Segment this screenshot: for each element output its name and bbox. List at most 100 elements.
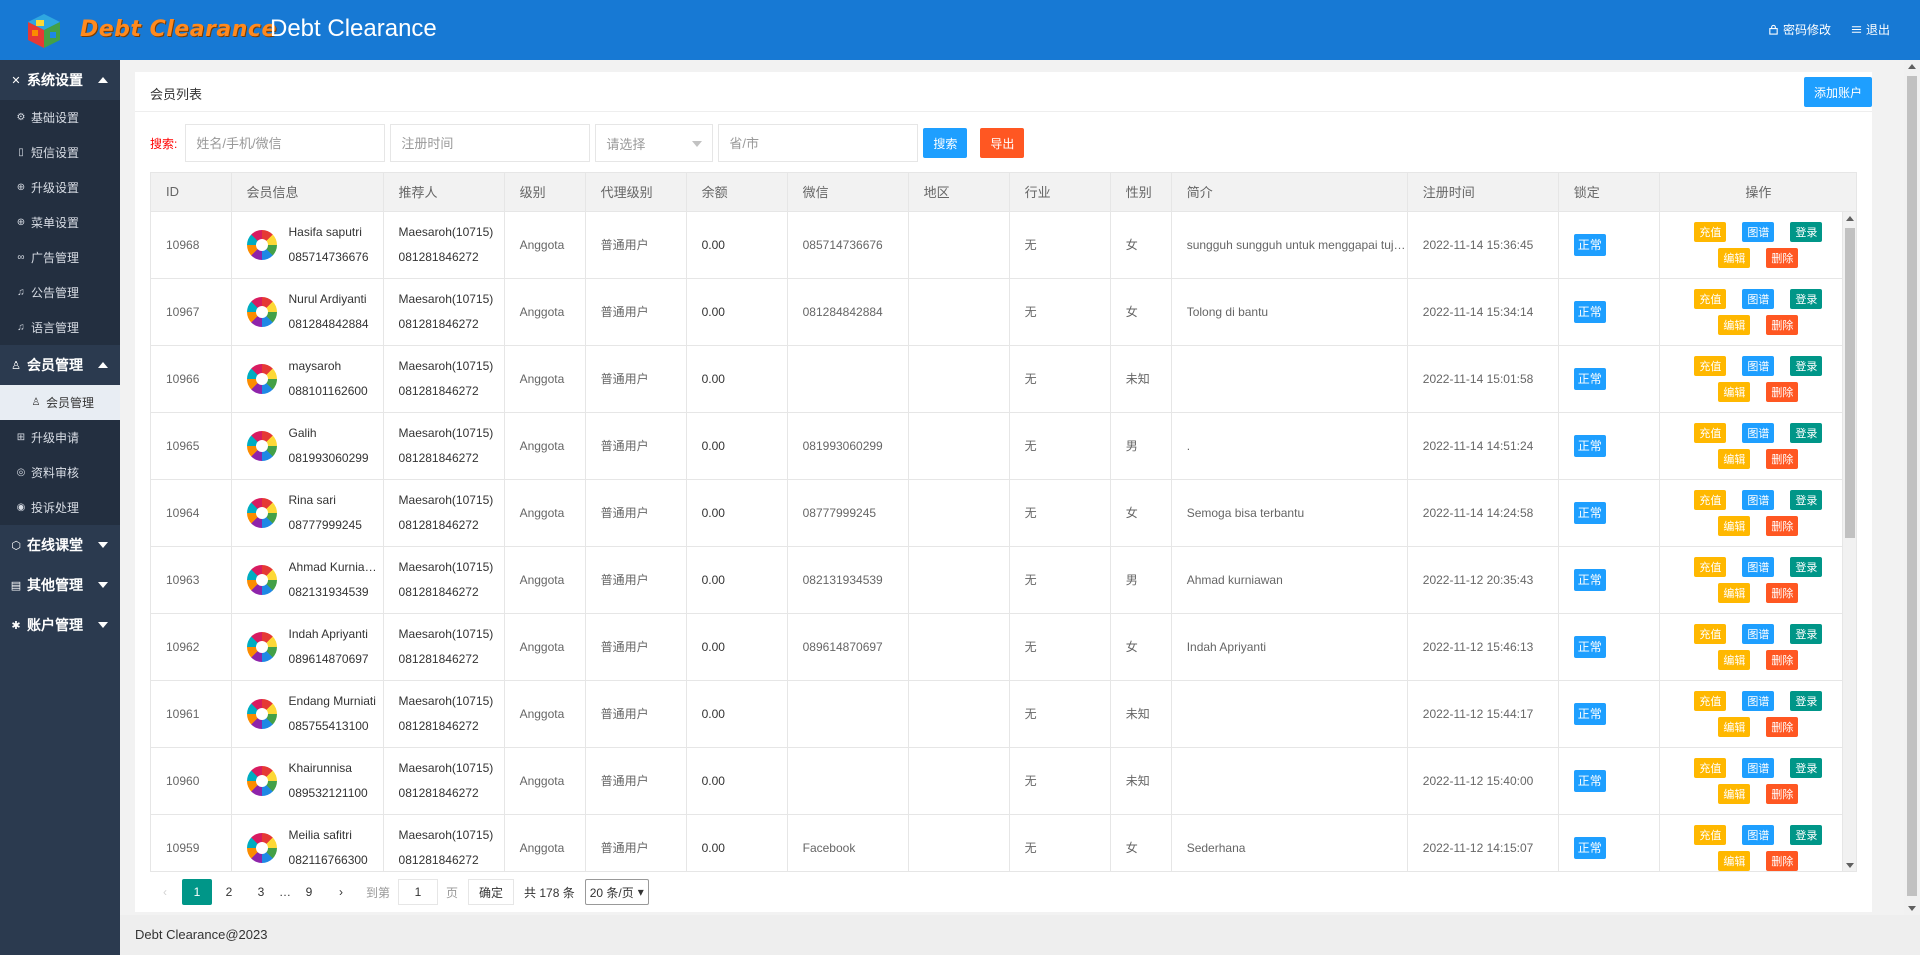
- sidebar-item-sms-settings[interactable]: ▯ 短信设置: [0, 135, 120, 170]
- sidebar-item-notice-management[interactable]: ♫ 公告管理: [0, 275, 120, 310]
- delete-button[interactable]: 删除: [1766, 716, 1799, 737]
- edit-button[interactable]: 编辑: [1718, 515, 1751, 536]
- page-1-button[interactable]: 1: [182, 879, 212, 905]
- login-button[interactable]: 登录: [1790, 690, 1823, 711]
- login-button[interactable]: 登录: [1790, 221, 1823, 242]
- table-row[interactable]: 10961 Endang Murniati 085755413100 Maesaroh…: [151, 680, 1856, 748]
- table-row[interactable]: 10968 Hasifa saputri 085714736676 Maesaroh(…: [151, 211, 1856, 279]
- recharge-button[interactable]: 充值: [1694, 824, 1727, 845]
- table-row[interactable]: 10960 Khairunnisa 089532121100 Maesaroh(107…: [151, 747, 1856, 815]
- level-select[interactable]: 请选择: [595, 124, 714, 162]
- lock-status-badge[interactable]: 正常: [1573, 367, 1606, 390]
- recharge-button[interactable]: 充值: [1694, 690, 1727, 711]
- lock-status-badge[interactable]: 正常: [1573, 568, 1606, 591]
- edit-button[interactable]: 编辑: [1718, 850, 1751, 871]
- sidebar-group-system[interactable]: ✕ 系统设置: [0, 60, 120, 100]
- sidebar-item-menu-settings[interactable]: ⊕ 菜单设置: [0, 205, 120, 240]
- login-button[interactable]: 登录: [1790, 422, 1823, 443]
- graph-button[interactable]: 图谱: [1742, 690, 1775, 711]
- sidebar-group-online-class[interactable]: ⬡ 在线课堂: [0, 525, 120, 565]
- recharge-button[interactable]: 充值: [1694, 288, 1727, 309]
- table-scrollbar-thumb[interactable]: [1845, 228, 1855, 538]
- change-password-link[interactable]: 密码修改: [1768, 21, 1831, 38]
- graph-button[interactable]: 图谱: [1742, 824, 1775, 845]
- prev-page-icon[interactable]: ‹: [150, 879, 180, 905]
- edit-button[interactable]: 编辑: [1718, 582, 1751, 603]
- edit-button[interactable]: 编辑: [1718, 314, 1751, 335]
- region-input[interactable]: [718, 124, 919, 162]
- table-scrollbar[interactable]: [1842, 212, 1856, 871]
- sidebar-item-complaints[interactable]: ◉ 投诉处理: [0, 490, 120, 525]
- graph-button[interactable]: 图谱: [1742, 623, 1775, 644]
- sidebar-item-profile-review[interactable]: ◎ 资料审核: [0, 455, 120, 490]
- sidebar-item-member-management[interactable]: ♙ 会员管理: [0, 385, 120, 420]
- lock-status-badge[interactable]: 正常: [1573, 702, 1606, 725]
- recharge-button[interactable]: 充值: [1694, 422, 1727, 443]
- register-date-input[interactable]: [390, 124, 591, 162]
- recharge-button[interactable]: 充值: [1694, 221, 1727, 242]
- table-row[interactable]: 10959 Meilia safitri 082116766300 Maesaroh(…: [151, 814, 1856, 871]
- delete-button[interactable]: 删除: [1766, 582, 1799, 603]
- login-button[interactable]: 登录: [1790, 355, 1823, 376]
- lock-status-badge[interactable]: 正常: [1573, 300, 1606, 323]
- table-row[interactable]: 10965 Galih 081993060299 Maesaroh(10715) 081…: [151, 412, 1856, 480]
- recharge-button[interactable]: 充值: [1694, 489, 1727, 510]
- lock-status-badge[interactable]: 正常: [1573, 434, 1606, 457]
- graph-button[interactable]: 图谱: [1742, 221, 1775, 242]
- add-account-button[interactable]: 添加账户: [1804, 77, 1872, 107]
- delete-button[interactable]: 删除: [1766, 314, 1799, 335]
- recharge-button[interactable]: 充值: [1694, 355, 1727, 376]
- graph-button[interactable]: 图谱: [1742, 422, 1775, 443]
- sidebar-item-upgrade-requests[interactable]: ⊞ 升级申请: [0, 420, 120, 455]
- graph-button[interactable]: 图谱: [1742, 355, 1775, 376]
- page-3-button[interactable]: 3: [246, 879, 276, 905]
- delete-button[interactable]: 删除: [1766, 515, 1799, 536]
- edit-button[interactable]: 编辑: [1718, 783, 1751, 804]
- graph-button[interactable]: 图谱: [1742, 556, 1775, 577]
- edit-button[interactable]: 编辑: [1718, 247, 1751, 268]
- table-row[interactable]: 10963 Ahmad Kurniawan 082131934539 Maesaroh…: [151, 546, 1856, 614]
- lock-status-badge[interactable]: 正常: [1573, 233, 1606, 256]
- table-row[interactable]: 10966 maysaroh 088101162600 Maesaroh(10715)…: [151, 345, 1856, 413]
- name-search-input[interactable]: [185, 124, 386, 162]
- lock-status-badge[interactable]: 正常: [1573, 836, 1606, 859]
- table-row[interactable]: 10962 Indah Apriyanti 089614870697 Maesaroh…: [151, 613, 1856, 681]
- edit-button[interactable]: 编辑: [1718, 448, 1751, 469]
- graph-button[interactable]: 图谱: [1742, 288, 1775, 309]
- page-scrollbar-thumb[interactable]: [1907, 76, 1917, 896]
- page-scrollbar[interactable]: [1904, 60, 1920, 915]
- graph-button[interactable]: 图谱: [1742, 757, 1775, 778]
- recharge-button[interactable]: 充值: [1694, 757, 1727, 778]
- lock-status-badge[interactable]: 正常: [1573, 769, 1606, 792]
- sidebar-item-basic-settings[interactable]: ⚙ 基础设置: [0, 100, 120, 135]
- delete-button[interactable]: 删除: [1766, 850, 1799, 871]
- login-button[interactable]: 登录: [1790, 556, 1823, 577]
- sidebar-group-other[interactable]: ▤ 其他管理: [0, 565, 120, 605]
- page-2-button[interactable]: 2: [214, 879, 244, 905]
- delete-button[interactable]: 删除: [1766, 448, 1799, 469]
- delete-button[interactable]: 删除: [1766, 247, 1799, 268]
- recharge-button[interactable]: 充值: [1694, 623, 1727, 644]
- goto-page-input[interactable]: [398, 879, 439, 905]
- table-row[interactable]: 10964 Rina sari 08777999245 Maesaroh(10715)…: [151, 479, 1856, 547]
- recharge-button[interactable]: 充值: [1694, 556, 1727, 577]
- sidebar-item-language-management[interactable]: ♫ 语言管理: [0, 310, 120, 345]
- delete-button[interactable]: 删除: [1766, 381, 1799, 402]
- logout-link[interactable]: 退出: [1851, 21, 1890, 38]
- login-button[interactable]: 登录: [1790, 757, 1823, 778]
- delete-button[interactable]: 删除: [1766, 649, 1799, 670]
- export-button[interactable]: 导出: [980, 128, 1025, 158]
- sidebar-item-ad-management[interactable]: ∞ 广告管理: [0, 240, 120, 275]
- login-button[interactable]: 登录: [1790, 288, 1823, 309]
- goto-confirm-button[interactable]: 确定: [468, 879, 515, 905]
- login-button[interactable]: 登录: [1790, 489, 1823, 510]
- sidebar-group-account[interactable]: ✱ 账户管理: [0, 605, 120, 645]
- table-row[interactable]: 10967 Nurul Ardiyanti 081284842884 Maesaroh…: [151, 278, 1856, 346]
- login-button[interactable]: 登录: [1790, 623, 1823, 644]
- search-button[interactable]: 搜索: [923, 128, 968, 158]
- lock-status-badge[interactable]: 正常: [1573, 635, 1606, 658]
- page-size-select[interactable]: 20 条/页 ▾: [584, 879, 649, 905]
- edit-button[interactable]: 编辑: [1718, 381, 1751, 402]
- next-page-icon[interactable]: ›: [326, 879, 356, 905]
- lock-status-badge[interactable]: 正常: [1573, 501, 1606, 524]
